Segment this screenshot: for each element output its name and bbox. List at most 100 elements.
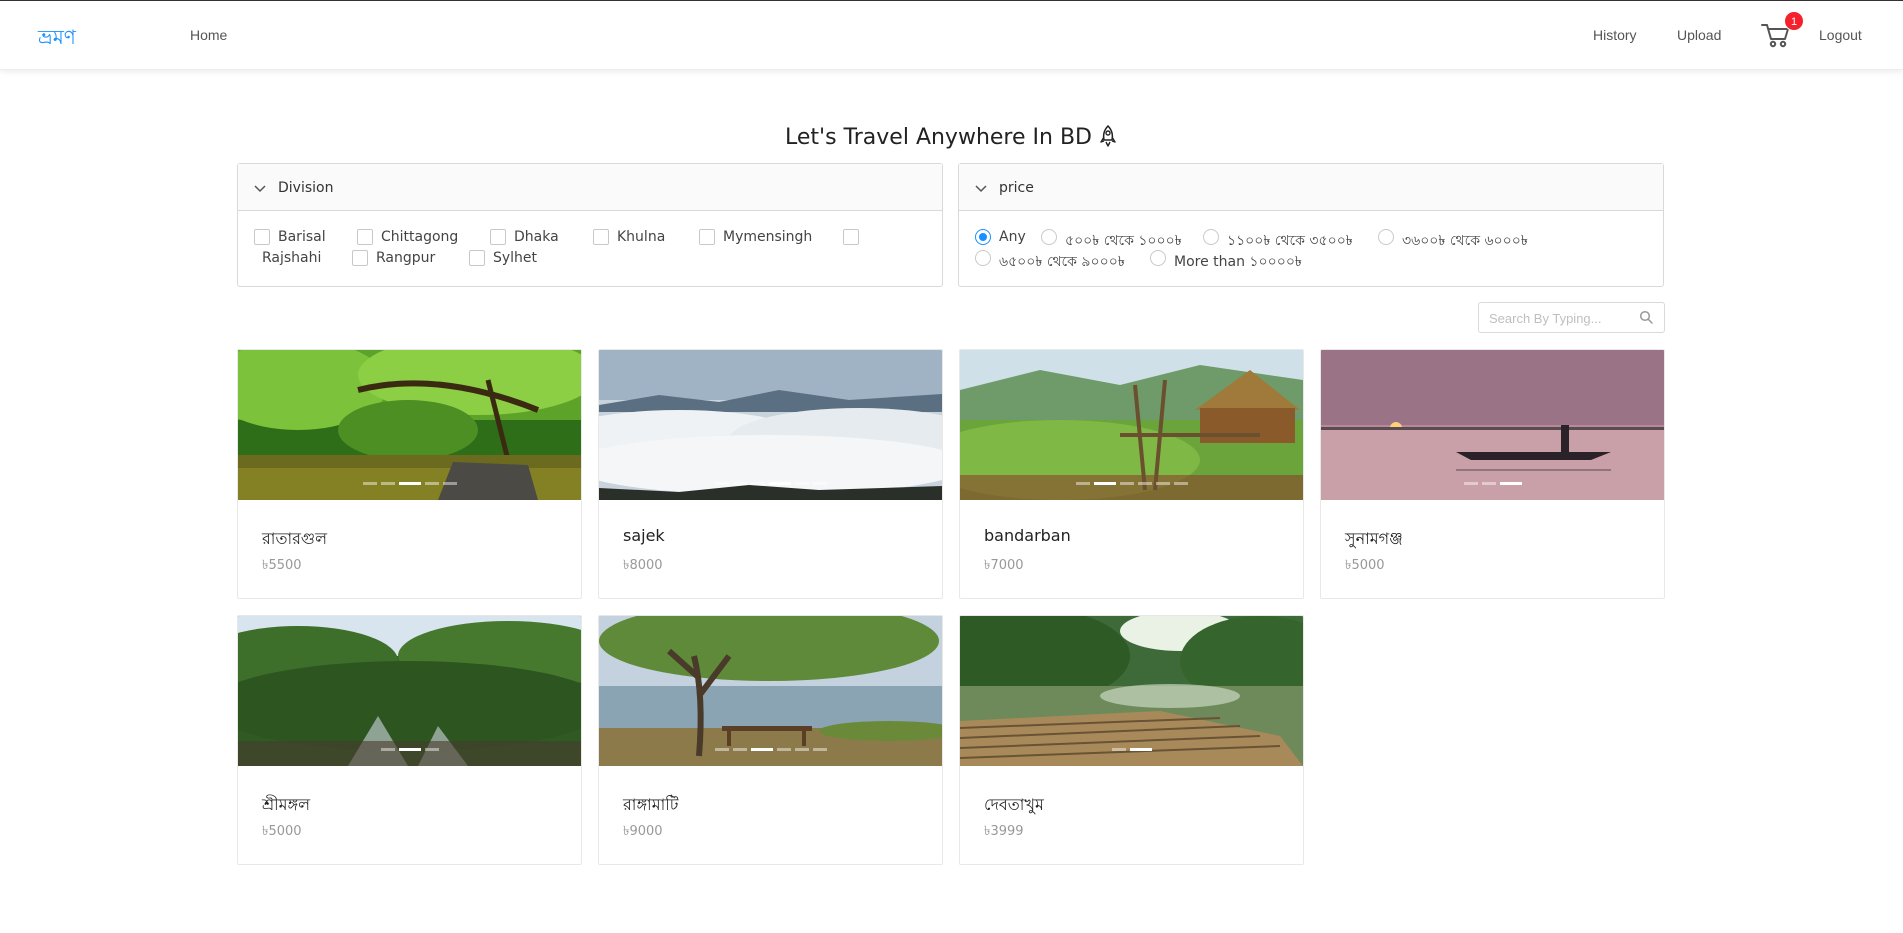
destination-card[interactable]: bandarban ৳7000 [959, 349, 1304, 599]
destination-photo [599, 350, 942, 500]
radio-6500-9000[interactable] [975, 250, 991, 266]
radio-any[interactable] [975, 229, 991, 245]
price-option-label: Any [999, 229, 1026, 245]
carousel-dot-active[interactable] [768, 482, 791, 486]
carousel-dot-active[interactable] [1129, 748, 1152, 752]
radio-more-10000[interactable] [1150, 250, 1166, 266]
destination-name: রাঙ্গামাটি [623, 795, 679, 814]
carousel-dots [960, 741, 1303, 759]
division-option-label: Mymensingh [723, 229, 813, 245]
destination-price: ৳5000 [1345, 558, 1385, 573]
destination-photo [238, 350, 581, 500]
nav-history[interactable]: History [1593, 27, 1637, 43]
carousel-dot[interactable] [794, 482, 809, 486]
carousel-dot[interactable] [714, 482, 729, 486]
checkbox-rajshahi[interactable] [843, 229, 859, 245]
checkbox-sylhet[interactable] [469, 250, 485, 266]
destination-card[interactable]: সুনামগঞ্জ ৳5000 [1320, 349, 1665, 599]
radio-1100-3500[interactable] [1203, 229, 1219, 245]
price-panel-title: price [999, 180, 1034, 196]
carousel-dots [960, 475, 1303, 493]
carousel-dot[interactable] [1075, 482, 1090, 486]
destination-photo [960, 350, 1303, 500]
carousel-dot[interactable] [714, 748, 729, 752]
carousel-dot-active[interactable] [398, 482, 421, 486]
carousel-dot[interactable] [732, 748, 747, 752]
destination-card[interactable]: রাতারগুল ৳5500 [237, 349, 582, 599]
price-option-label: ৩৬০০৳ থেকে ৬০০০৳ [1402, 233, 1528, 249]
carousel-dot[interactable] [362, 482, 377, 486]
destination-card[interactable]: রাঙ্গামাটি ৳9000 [598, 615, 943, 865]
carousel-dot[interactable] [812, 482, 827, 486]
checkbox-rangpur[interactable] [352, 250, 368, 266]
carousel-dot-active[interactable] [1093, 482, 1116, 486]
price-panel-header[interactable]: price [959, 164, 1663, 211]
checkbox-khulna[interactable] [593, 229, 609, 245]
carousel-dot-active[interactable] [1499, 482, 1522, 486]
carousel-dots [238, 741, 581, 759]
destination-photo [960, 616, 1303, 766]
destination-card[interactable]: দেবতাখুম ৳3999 [959, 615, 1304, 865]
page-title: Let's Travel Anywhere In BD [0, 124, 1903, 153]
checkbox-dhaka[interactable] [490, 229, 506, 245]
carousel-dot[interactable] [442, 482, 457, 486]
division-option-label: Barisal [278, 229, 326, 245]
destination-name: রাতারগুল [262, 529, 327, 548]
search-icon[interactable] [1639, 310, 1653, 329]
division-option-label: Chittagong [381, 229, 459, 245]
nav-home[interactable]: Home [190, 27, 227, 43]
carousel-dots [238, 475, 581, 493]
destination-card[interactable]: sajek ৳8000 [598, 349, 943, 599]
carousel-dot[interactable] [794, 748, 809, 752]
carousel-dot-active[interactable] [398, 748, 421, 752]
carousel-dot[interactable] [732, 482, 747, 486]
carousel-dots [599, 741, 942, 759]
carousel-dot[interactable] [750, 482, 765, 486]
search-input[interactable] [1489, 309, 1629, 327]
carousel-dot[interactable] [1137, 482, 1152, 486]
carousel-dot[interactable] [812, 748, 827, 752]
division-option-label: Rajshahi [262, 250, 322, 266]
checkbox-chittagong[interactable] [357, 229, 373, 245]
destination-price: ৳8000 [623, 558, 663, 573]
destination-name: শ্রীমঙ্গল [262, 795, 311, 814]
destination-photo [1321, 350, 1664, 500]
carousel-dot[interactable] [1155, 482, 1170, 486]
division-panel-header[interactable]: Division [238, 164, 942, 211]
destination-price: ৳9000 [623, 824, 663, 839]
carousel-dot[interactable] [424, 482, 439, 486]
division-filter-panel: Division Barisal Chittagong Dhaka Khulna… [237, 163, 943, 287]
carousel-dot[interactable] [1173, 482, 1188, 486]
carousel-dot[interactable] [380, 748, 395, 752]
division-option-label: Sylhet [493, 250, 538, 266]
nav-logout[interactable]: Logout [1819, 27, 1862, 43]
carousel-dot[interactable] [776, 748, 791, 752]
brand-logo[interactable]: ভ্রমণ [38, 23, 76, 56]
carousel-dot[interactable] [1481, 482, 1496, 486]
radio-500-1000[interactable] [1041, 229, 1057, 245]
checkbox-mymensingh[interactable] [699, 229, 715, 245]
carousel-dots [599, 475, 942, 493]
carousel-dot[interactable] [424, 748, 439, 752]
page-title-text: Let's Travel Anywhere In BD [785, 125, 1092, 150]
navbar: ভ্রমণ Home History Upload 1 Logout [0, 1, 1903, 70]
chevron-down-icon [975, 181, 987, 199]
carousel-dot[interactable] [1119, 482, 1134, 486]
search-box [1478, 302, 1665, 333]
destination-name: bandarban [984, 526, 1071, 545]
carousel-dot-active[interactable] [750, 748, 773, 752]
chevron-down-icon [254, 181, 266, 199]
division-option-label: Dhaka [514, 229, 559, 245]
carousel-dot[interactable] [1111, 748, 1126, 752]
destination-price: ৳3999 [984, 824, 1024, 839]
nav-upload[interactable]: Upload [1677, 27, 1721, 43]
rocket-icon [1098, 124, 1118, 153]
carousel-dot[interactable] [380, 482, 395, 486]
division-panel-title: Division [278, 180, 334, 196]
radio-3600-6000[interactable] [1378, 229, 1394, 245]
destination-price: ৳5500 [262, 558, 302, 573]
cart-badge: 1 [1784, 11, 1804, 31]
destination-card[interactable]: শ্রীমঙ্গল ৳5000 [237, 615, 582, 865]
carousel-dot[interactable] [1463, 482, 1478, 486]
checkbox-barisal[interactable] [254, 229, 270, 245]
